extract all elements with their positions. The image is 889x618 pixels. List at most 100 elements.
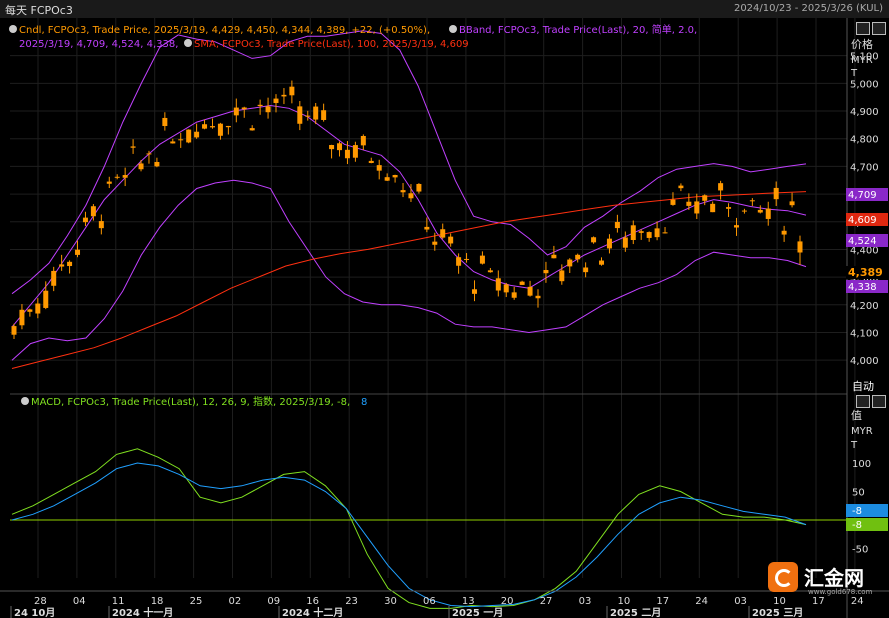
day-tick: 30 xyxy=(384,596,397,607)
legend-macd-last: 8 xyxy=(361,397,367,408)
candle-body xyxy=(559,270,565,282)
macd-unit-2: MYR xyxy=(851,426,873,437)
close-macd-panel-icon[interactable] xyxy=(872,395,886,408)
candle-body xyxy=(702,195,708,201)
auto-scale-label[interactable]: 自动 xyxy=(852,380,874,393)
candle-body xyxy=(59,264,65,267)
day-tick: 23 xyxy=(345,596,358,607)
sma-icon xyxy=(184,39,192,47)
candle-body xyxy=(710,203,716,213)
badge-macd: -8 xyxy=(852,520,862,531)
candle-body xyxy=(225,125,231,128)
day-tick: 24 xyxy=(695,596,708,607)
candle-body xyxy=(678,185,684,189)
candle-body xyxy=(400,190,406,193)
price-tick: 4,900 xyxy=(850,107,879,118)
candle-body xyxy=(202,124,208,129)
macd-icon xyxy=(21,397,29,405)
candle-body xyxy=(599,260,605,265)
candle-body xyxy=(289,86,295,96)
candle-body xyxy=(622,237,628,248)
watermark-brand: 汇金网 xyxy=(804,566,864,590)
legend-sma: SMA, FCPOc3, Trade Price(Last), 100, 202… xyxy=(194,39,469,50)
day-tick: 02 xyxy=(229,596,242,607)
badge-sma: 4,609 xyxy=(848,215,877,226)
candle-body xyxy=(170,141,176,144)
candle-body xyxy=(749,200,755,202)
day-tick: 27 xyxy=(540,596,553,607)
candle-body xyxy=(297,106,303,124)
candle-body xyxy=(448,236,454,244)
candle-body xyxy=(209,126,215,128)
candle-body xyxy=(495,278,501,291)
candle-body xyxy=(726,207,732,209)
price-tick: 4,100 xyxy=(850,328,879,339)
candle-body xyxy=(511,292,517,298)
day-tick: 06 xyxy=(423,596,436,607)
macd-tick: -50 xyxy=(852,545,868,556)
price-chart: 5,1005,0004,9004,8004,7004,6004,5004,400… xyxy=(0,18,889,618)
candle-body xyxy=(344,149,350,159)
candle-body xyxy=(106,181,112,184)
day-tick: 13 xyxy=(462,596,475,607)
candle-body xyxy=(90,206,96,217)
candle-body xyxy=(527,286,533,296)
candle-body xyxy=(654,228,660,238)
day-tick: 11 xyxy=(112,596,125,607)
candle-body xyxy=(51,270,57,286)
candle-body xyxy=(313,106,319,120)
window-title: 每天 FCPOc3 xyxy=(5,4,73,17)
candle-body xyxy=(249,128,255,131)
candle-body xyxy=(733,225,739,228)
month-tick: 2025 三月 xyxy=(752,607,803,618)
candle-body xyxy=(781,230,787,235)
candle-body xyxy=(67,261,73,267)
candle-body xyxy=(43,290,49,308)
candle-body xyxy=(789,201,795,206)
day-tick: 28 xyxy=(34,596,47,607)
candle-body xyxy=(567,259,573,267)
price-tick: 4,800 xyxy=(850,135,879,146)
maximize-macd-panel-icon[interactable] xyxy=(856,395,870,408)
macd-unit: 值 xyxy=(851,409,862,422)
candle-body xyxy=(75,249,81,255)
close-price-panel-icon[interactable] xyxy=(872,22,886,35)
price-tick: 4,700 xyxy=(850,162,879,173)
candle-body xyxy=(146,153,152,155)
candle-body xyxy=(392,174,398,178)
maximize-price-panel-icon[interactable] xyxy=(856,22,870,35)
candle-body xyxy=(606,238,612,249)
macd-unit-3: T xyxy=(850,440,858,451)
candle-body xyxy=(178,139,184,141)
candle-body xyxy=(464,258,470,260)
badge-bb-mid: 4,524 xyxy=(848,236,877,247)
candle-body xyxy=(432,241,438,245)
watermark-logo: 汇金网 www.gold678.com xyxy=(768,560,886,600)
candle-body xyxy=(757,209,763,213)
macd-tick: 100 xyxy=(852,459,871,470)
price-tick: 4,000 xyxy=(850,356,879,367)
candle-body xyxy=(686,201,692,206)
candle-body xyxy=(305,115,311,117)
candle-body xyxy=(337,143,343,151)
badge-last: 4,389 xyxy=(848,266,883,279)
candle-body xyxy=(35,303,41,314)
price-tick: 5,000 xyxy=(850,79,879,90)
candle-body xyxy=(217,123,223,136)
day-tick: 10 xyxy=(618,596,631,607)
candle-body xyxy=(114,176,120,178)
candle-body xyxy=(741,210,747,212)
candle-body xyxy=(329,145,335,150)
candle-body xyxy=(408,193,414,199)
candle-body xyxy=(797,241,803,253)
candle-body xyxy=(265,106,271,113)
candle-body xyxy=(591,237,597,243)
candle-body xyxy=(82,217,88,223)
price-unit-3: T xyxy=(850,68,858,79)
candle-body xyxy=(416,183,422,192)
candle-body xyxy=(352,145,358,158)
candle-body xyxy=(98,221,104,229)
candle-body xyxy=(19,309,25,326)
month-tick: 2024 十一月 xyxy=(112,606,173,618)
date-range: 2024/10/23 - 2025/3/26 (KUL) xyxy=(733,3,883,14)
